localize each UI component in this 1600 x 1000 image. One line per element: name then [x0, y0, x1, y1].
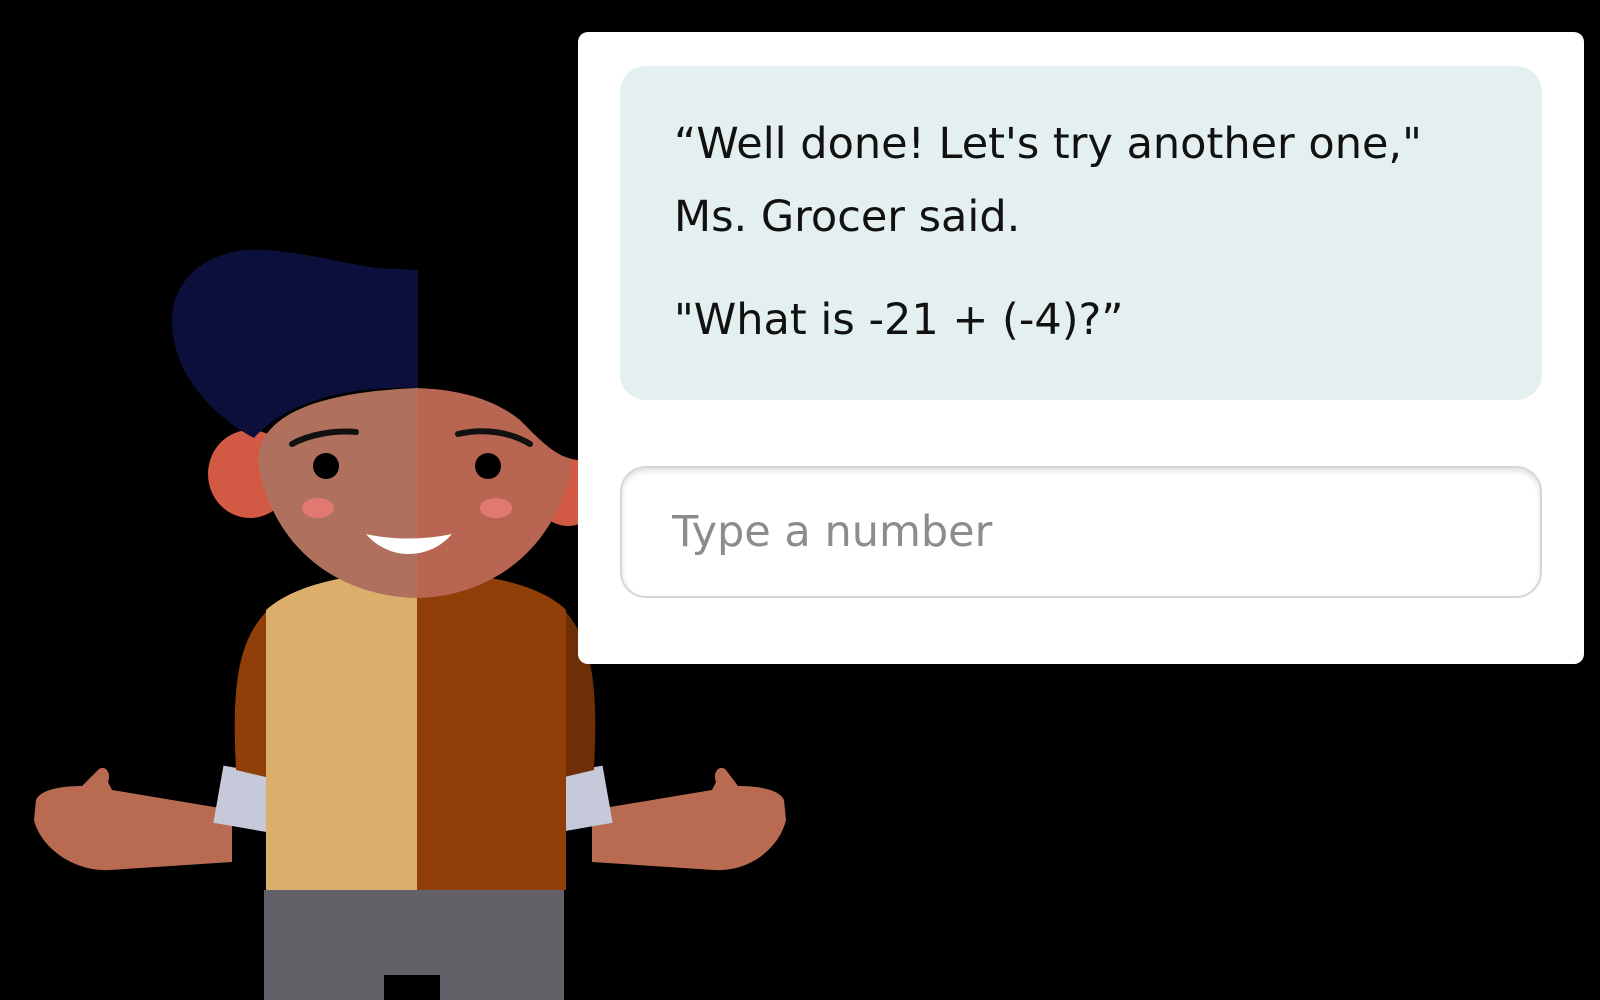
character-left-hand	[34, 767, 232, 871]
answer-input[interactable]	[620, 466, 1542, 598]
character-face-left	[258, 388, 417, 598]
question-text: "What is -21 + (-4)?”	[674, 295, 1124, 345]
speech-bubble: “Well done! Let's try another one," Ms. …	[620, 66, 1542, 400]
character-right-cheek	[480, 498, 512, 518]
character-left-sleeve	[234, 608, 270, 778]
character-pants-gap	[384, 975, 440, 1000]
exercise-stage: “Well done! Let's try another one," Ms. …	[0, 0, 1600, 1000]
dialogue-text: “Well done! Let's try another one," Ms. …	[674, 119, 1422, 242]
character-left-eye	[313, 453, 339, 479]
character-right-eye	[475, 453, 501, 479]
character-right-hand	[592, 767, 786, 871]
dialogue-panel: “Well done! Let's try another one," Ms. …	[578, 32, 1584, 664]
character-shirt-dark	[417, 572, 566, 890]
character-left-cheek	[302, 498, 334, 518]
character-shirt-light	[266, 572, 417, 890]
